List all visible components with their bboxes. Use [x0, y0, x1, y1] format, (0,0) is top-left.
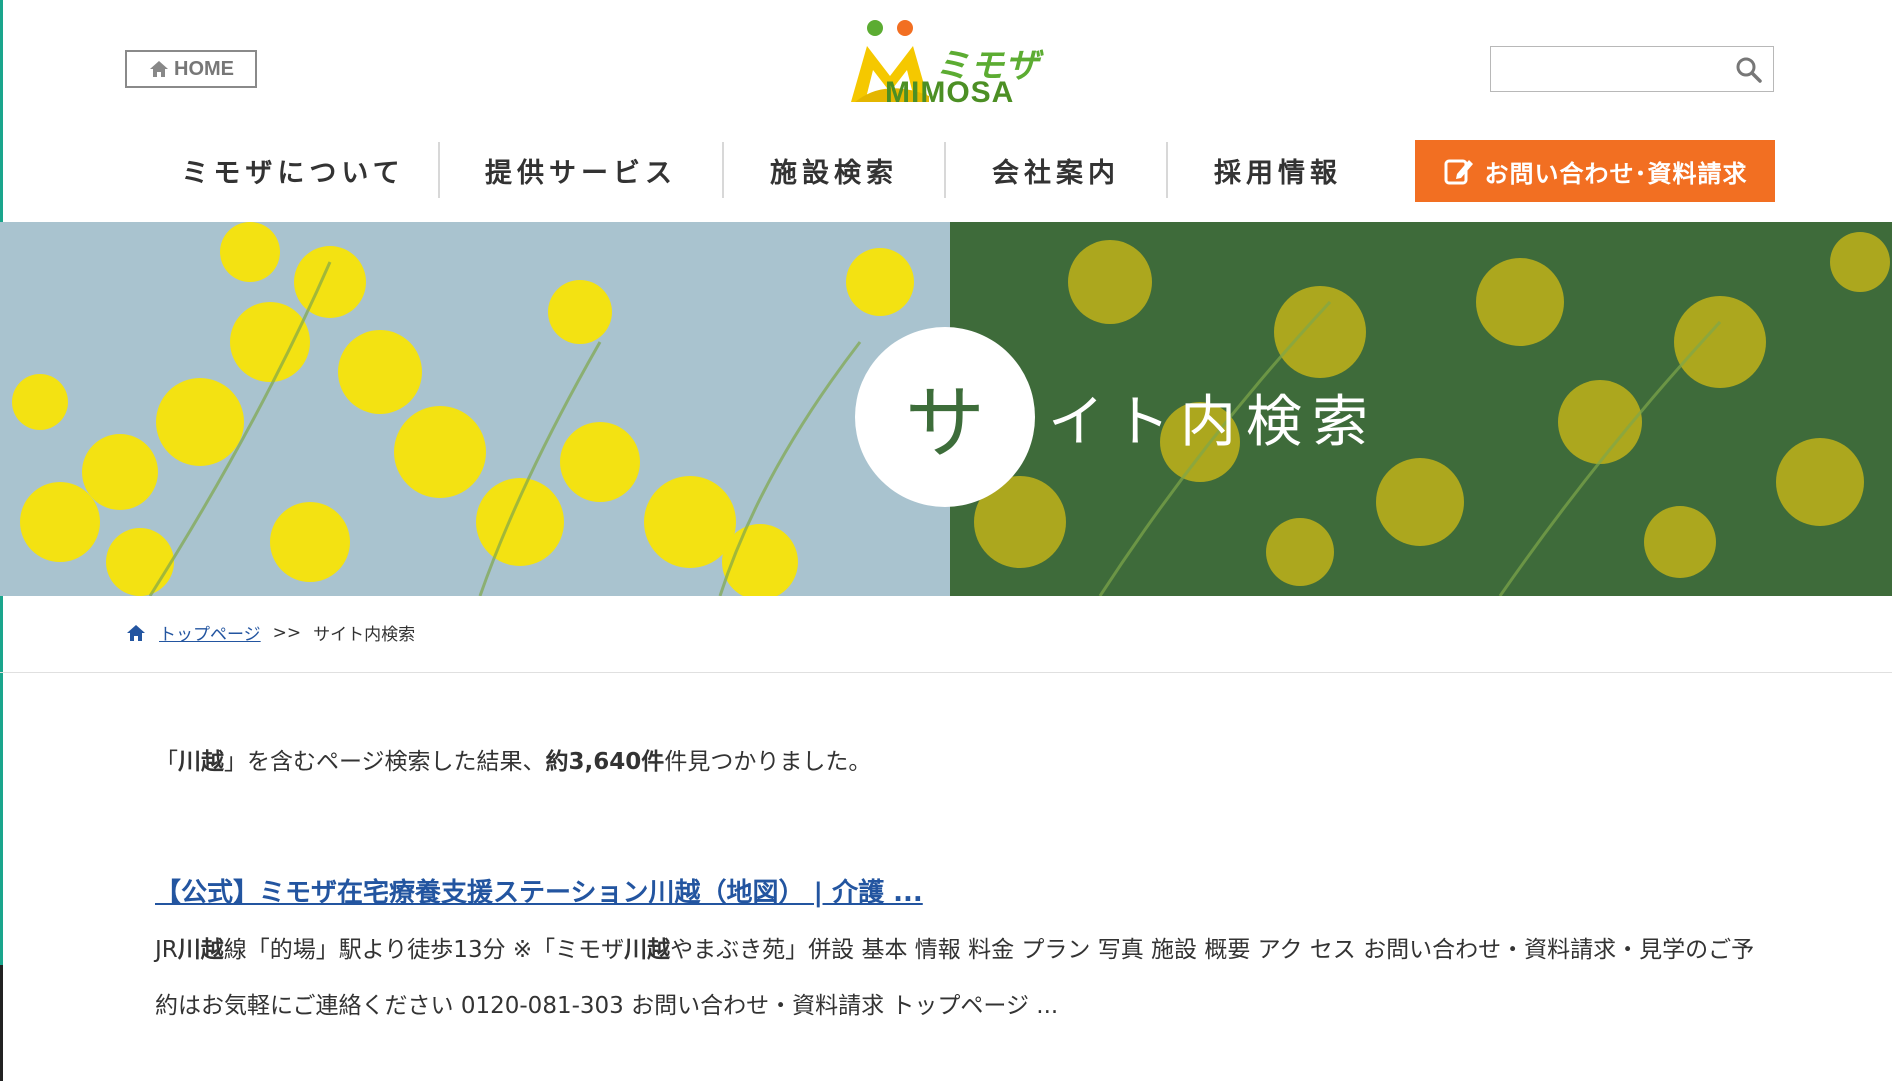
home-icon [150, 61, 168, 77]
snippet-keyword: 川越 [624, 937, 671, 963]
search-icon[interactable] [1735, 56, 1763, 84]
breadcrumb-separator: >> [272, 622, 302, 643]
search-keyword: 川越 [178, 749, 224, 775]
mimosa-logo[interactable]: ミモザ MIMOSA [845, 18, 1055, 109]
breadcrumb-current: サイト内検索 [313, 625, 416, 645]
hero-title-circle: サ [855, 327, 1035, 507]
result-snippet: JR川越線「的場」駅より徒歩13分 ※「ミモザ川越やまぶき苑」併設 基本 情報 … [155, 922, 1755, 1034]
home-button-label: HOME [174, 57, 234, 80]
search-input[interactable] [1491, 47, 1731, 91]
result-title-link[interactable]: 【公式】ミモザ在宅療養支援ステーション川越（地図） | 介護 ... [155, 872, 923, 909]
nav-item-services[interactable]: 提供サービス [440, 142, 722, 198]
breadcrumb: トップページ >> サイト内検索 [125, 620, 415, 645]
snippet-keyword: 川越 [177, 937, 224, 963]
result-count: 約3,640件 [545, 749, 665, 775]
snippet-text: 線「的場」駅より徒歩13分 ※「ミモザ [223, 937, 625, 963]
nav-item-facility-search[interactable]: 施設検索 [724, 142, 944, 198]
edit-icon [1444, 159, 1473, 185]
contact-button-label: お問い合わせ･資料請求 [1484, 159, 1748, 188]
hero-title: イト内検索 [1048, 390, 1378, 455]
home-button[interactable]: HOME [125, 50, 257, 88]
home-icon [127, 624, 145, 641]
left-edge-bar-dark [0, 965, 3, 1081]
nav-item-recruit[interactable]: 採用情報 [1168, 142, 1388, 198]
breadcrumb-divider [0, 672, 1892, 673]
summary-suffix: 件見つかりました。 [664, 749, 872, 775]
snippet-text: JR [155, 937, 178, 963]
nav-item-about[interactable]: ミモザについて [148, 142, 438, 198]
site-search [1490, 46, 1774, 92]
summary-prefix: 「 [155, 749, 178, 775]
main-nav: ミモザについて 提供サービス 施設検索 会社案内 採用情報 [148, 142, 1388, 198]
contact-button[interactable]: お問い合わせ･資料請求 [1415, 140, 1775, 202]
site-header: HOME ミモザ MIMOSA ミモザについて 提供サービス 施設検索 会社案内… [0, 0, 1892, 222]
search-summary: 「川越」を含むページ検索した結果、約3,640件件見つかりました。 [155, 742, 871, 776]
summary-middle: 」を含むページ検索した結果、 [224, 749, 546, 775]
hero-banner: サ イト内検索 [0, 222, 1892, 596]
breadcrumb-home-link[interactable]: トップページ [159, 620, 261, 645]
logo-text-en: MIMOSA [885, 76, 1015, 109]
nav-item-company[interactable]: 会社案内 [946, 142, 1166, 198]
